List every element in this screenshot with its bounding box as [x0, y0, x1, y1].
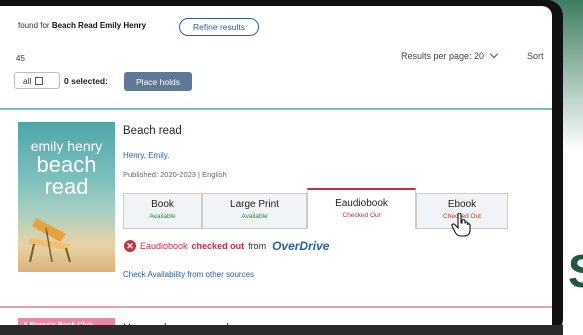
format-label: Ebook: [447, 199, 477, 210]
format-label: Book: [151, 199, 174, 210]
beach-chair-illustration: [28, 218, 71, 263]
result-count: 45: [16, 54, 25, 63]
book-title-link[interactable]: Beach read: [123, 125, 182, 137]
results-per-page-select[interactable]: Results per page: 20: [401, 49, 498, 61]
format-status: Available: [241, 213, 268, 220]
select-all-label: all: [23, 75, 32, 86]
results-prefix: found for: [18, 21, 50, 30]
format-label: Large Print: [230, 199, 279, 210]
results-summary: found for Beach Read Emily Henry: [18, 21, 146, 30]
device-bottom-bar: [0, 325, 563, 335]
hand-pointer-icon: [451, 213, 471, 237]
notice-from: from: [248, 241, 267, 251]
screen: found for Beach Read Emily Henry Refine …: [0, 6, 552, 334]
format-tab-large-print[interactable]: Large Print Available: [202, 193, 307, 229]
selected-count: 0 selected:: [64, 76, 108, 86]
device-frame: found for Beach Read Emily Henry Refine …: [0, 0, 563, 335]
result-divider: [0, 108, 552, 110]
sort-select[interactable]: Sort: [527, 51, 544, 61]
format-status: Available: [149, 213, 176, 220]
format-tab-book[interactable]: Book Available: [123, 193, 202, 229]
publication-info: Published: 2020-2023 | English: [123, 170, 227, 179]
format-status: Checked Out: [342, 212, 381, 219]
format-tab-eaudiobook[interactable]: Eaudiobook Checked Out: [307, 188, 416, 229]
refine-results-button[interactable]: Refine results: [179, 18, 259, 36]
availability-notice: ✕ Eaudiobook checked out from OverDrive: [124, 239, 329, 253]
select-all-checkbox[interactable]: [34, 76, 43, 85]
cover-title-line2: read: [44, 174, 89, 199]
select-all-button[interactable]: all: [14, 72, 60, 89]
search-query: Beach Read Emily Henry: [51, 21, 147, 30]
notice-status: checked out: [191, 241, 245, 251]
per-page-label: Results per page: 20: [401, 51, 485, 61]
place-holds-button[interactable]: Place holds: [124, 72, 192, 91]
backdrop-letter: S: [568, 244, 583, 298]
chevron-down-icon: [489, 49, 498, 59]
result-divider-2: [0, 306, 552, 308]
book-cover[interactable]: emily henry beach read: [18, 122, 115, 272]
format-label: Eaudiobook: [335, 198, 388, 209]
book-author-link[interactable]: Henry, Emily.: [123, 151, 169, 160]
notice-format: Eaudiobook: [140, 241, 188, 251]
check-availability-link[interactable]: Check Availability from other sources: [123, 270, 254, 279]
error-circle-icon: ✕: [124, 240, 136, 252]
overdrive-logo: OverDrive: [272, 239, 330, 253]
